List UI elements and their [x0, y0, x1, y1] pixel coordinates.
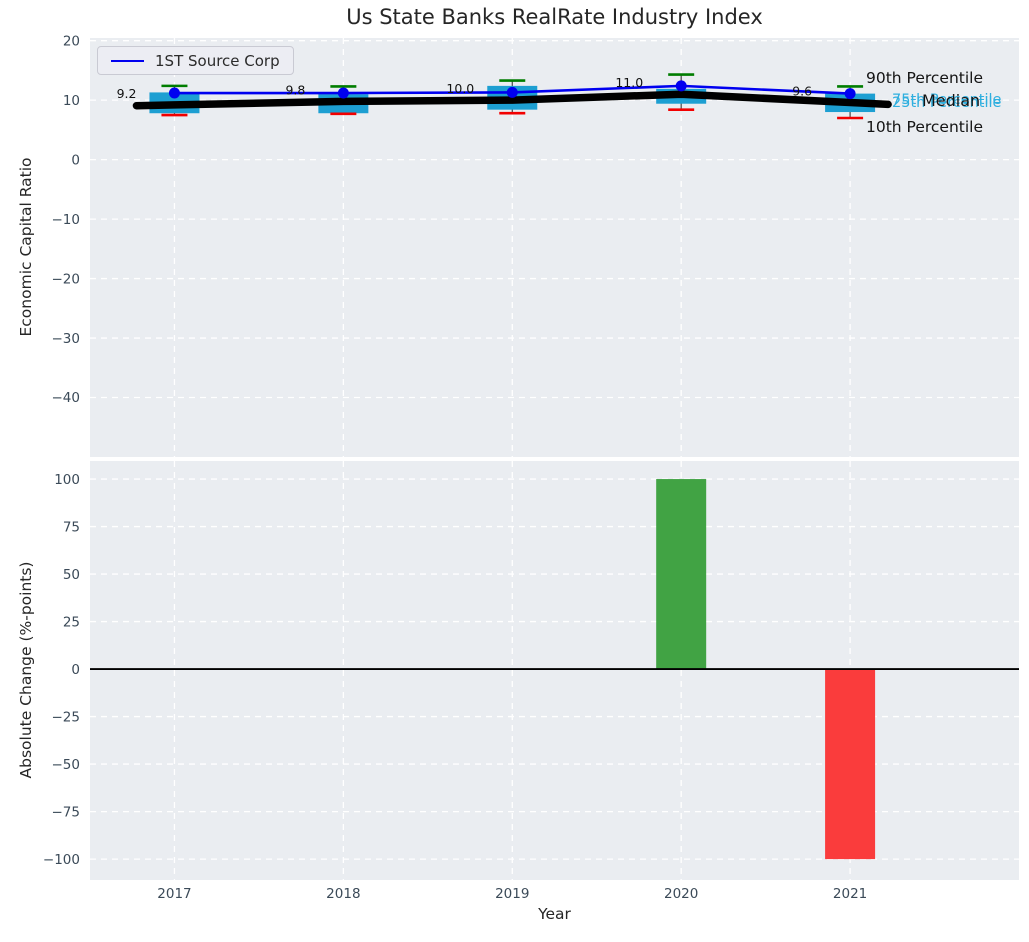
company-point-2018 [338, 88, 349, 99]
figure: 20100−10−20−30−401007550250−25−50−75−100… [0, 0, 1029, 942]
change-bar-2020 [656, 479, 706, 669]
company-point-2021 [845, 88, 856, 99]
chart-title: Us State Banks RealRate Industry Index [90, 5, 1019, 29]
y-tick-label: 50 [63, 567, 80, 583]
x-tick-label: 2019 [495, 886, 529, 902]
y-tick-label: −30 [52, 331, 81, 347]
y-tick-label: −50 [52, 757, 81, 773]
legend: 1ST Source Corp [97, 46, 294, 75]
x-tick-label: 2021 [833, 886, 867, 902]
company-point-2020 [676, 80, 687, 91]
y-tick-label: −10 [52, 212, 81, 228]
x-tick-label: 2020 [664, 886, 698, 902]
chart-canvas: 20100−10−20−30−401007550250−25−50−75−100… [0, 0, 1029, 942]
median-annotation-2019: 10.0 [446, 81, 474, 96]
bottom-axes-background [90, 461, 1019, 880]
change-bar-2021 [825, 669, 875, 859]
top-y-axis-label: Economic Capital Ratio [17, 157, 35, 336]
y-tick-label: −75 [52, 804, 81, 820]
y-tick-label: 0 [71, 662, 80, 678]
y-tick-label: −100 [43, 852, 80, 868]
y-tick-label: 10 [63, 93, 80, 109]
y-tick-label: 25 [63, 614, 80, 630]
y-tick-label: −40 [52, 390, 81, 406]
company-point-2017 [169, 88, 180, 99]
median-annotation-2017: 9.2 [117, 86, 137, 101]
y-tick-label: −20 [52, 271, 81, 287]
x-tick-label: 2017 [157, 886, 191, 902]
median-annotation-2021: 9.6 [792, 84, 812, 99]
label-median: Median [922, 91, 980, 110]
y-tick-label: 75 [63, 519, 80, 535]
label-90th-percentile: 90th Percentile [866, 69, 983, 87]
x-tick-label: 2018 [326, 886, 360, 902]
x-axis-label: Year [90, 905, 1019, 923]
y-tick-label: 20 [63, 33, 80, 49]
label-10th-percentile: 10th Percentile [866, 118, 983, 136]
legend-line-swatch [111, 60, 144, 62]
y-tick-label: 100 [54, 472, 80, 488]
legend-label: 1ST Source Corp [155, 52, 280, 70]
y-tick-label: −25 [52, 709, 81, 725]
y-tick-label: 0 [71, 152, 80, 168]
bottom-y-axis-label: Absolute Change (%-points) [17, 562, 35, 779]
median-annotation-2018: 9.8 [285, 82, 305, 97]
median-annotation-2020: 11.0 [615, 75, 643, 90]
company-point-2019 [507, 87, 518, 98]
